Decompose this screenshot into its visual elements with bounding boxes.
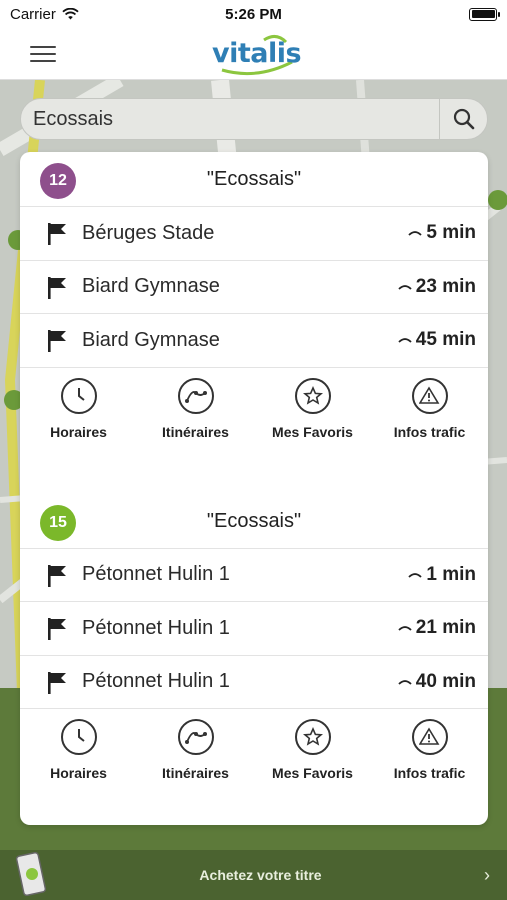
favorites-button[interactable]: Mes Favoris <box>254 709 371 800</box>
departure-row[interactable]: Béruges Stade 5 min <box>20 206 488 260</box>
realtime-icon <box>408 572 423 578</box>
eta-value: 23 min <box>415 275 476 297</box>
phone-ticket-icon <box>15 851 47 897</box>
flag-icon <box>48 564 66 587</box>
route-icon <box>184 390 207 403</box>
warning-icon <box>418 385 439 404</box>
traffic-info-button[interactable]: Infos trafic <box>371 368 488 459</box>
buy-ticket-label: Achetez votre titre <box>199 867 322 883</box>
action-bar: Horaires Itinéraires Mes Favoris Infos t… <box>20 708 488 800</box>
eta-value: 40 min <box>415 670 476 692</box>
route-icon <box>184 732 207 744</box>
destination: Pétonnet Hulin 1 <box>82 670 230 693</box>
favorites-button[interactable]: Mes Favoris <box>254 368 371 459</box>
eta-value: 1 min <box>426 563 476 585</box>
star-icon <box>302 727 323 746</box>
clock-icon <box>77 729 85 742</box>
destination: Béruges Stade <box>82 221 215 244</box>
app-logo: vitalis <box>212 32 302 76</box>
search-bar: Ecossais <box>20 98 488 140</box>
realtime-icon <box>398 626 412 631</box>
chevron-right-icon: › <box>484 864 490 885</box>
schedule-button[interactable]: Horaires <box>20 709 137 800</box>
flag-icon <box>48 330 66 352</box>
realtime-icon <box>408 231 423 236</box>
menu-button[interactable] <box>30 44 56 64</box>
realtime-icon <box>398 284 412 290</box>
warning-icon <box>418 727 439 745</box>
search-input[interactable]: Ecossais <box>21 108 439 131</box>
destination: Biard Gymnase <box>82 328 220 351</box>
carrier-label: Carrier <box>10 5 56 23</box>
schedule-button[interactable]: Horaires <box>20 368 137 459</box>
wifi-icon <box>62 8 79 20</box>
routes-button[interactable]: Itinéraires <box>137 709 254 800</box>
traffic-info-button[interactable]: Infos trafic <box>371 709 488 800</box>
departure-row[interactable]: Pétonnet Hulin 1 40 min <box>20 654 488 709</box>
line-header: 15 "Ecossais" <box>20 494 488 548</box>
star-icon <box>302 385 323 405</box>
clock-icon <box>77 387 85 401</box>
search-icon <box>453 108 474 130</box>
realtime-icon <box>398 338 412 343</box>
departure-row[interactable]: Biard Gymnase 45 min <box>20 313 488 367</box>
eta-value: 5 min <box>426 222 476 244</box>
stop-name: "Ecossais" <box>206 509 302 532</box>
destination: Pétonnet Hulin 1 <box>82 563 230 586</box>
flag-icon <box>48 671 66 694</box>
routes-button[interactable]: Itinéraires <box>137 368 254 459</box>
flag-icon <box>48 276 66 299</box>
flag-icon <box>48 223 66 245</box>
flag-icon <box>48 618 66 640</box>
buy-ticket-bar[interactable]: Achetez votre titre › <box>0 850 507 900</box>
departures-card: 12 "Ecossais" Béruges Stade 5 min Biard … <box>20 152 488 825</box>
departure-row[interactable]: Biard Gymnase 23 min <box>20 259 488 314</box>
destination: Biard Gymnase <box>82 275 220 298</box>
realtime-icon <box>398 679 412 685</box>
hamburger-icon <box>30 46 56 48</box>
line-header: 12 "Ecossais" <box>20 152 488 206</box>
nav-bar: vitalis <box>0 28 507 80</box>
stop-name: "Ecossais" <box>206 168 302 190</box>
battery-icon <box>469 7 500 21</box>
departure-row[interactable]: Pétonnet Hulin 1 1 min <box>20 547 488 602</box>
eta-value: 21 min <box>415 617 476 639</box>
status-bar: Carrier 5:26 PM <box>0 0 507 28</box>
departure-row[interactable]: Pétonnet Hulin 1 21 min <box>20 601 488 655</box>
eta-value: 45 min <box>415 329 476 351</box>
action-bar: Horaires Itinéraires Mes Favoris Infos t… <box>20 366 488 459</box>
destination: Pétonnet Hulin 1 <box>82 616 230 639</box>
search-button[interactable] <box>439 99 487 139</box>
